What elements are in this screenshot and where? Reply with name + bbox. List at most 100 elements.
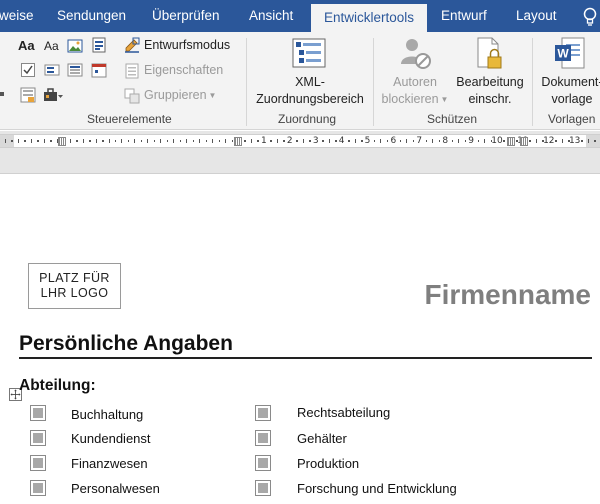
ruler-dot <box>296 140 298 142</box>
ruler-dot <box>477 140 480 142</box>
building-block-icon[interactable] <box>91 37 107 53</box>
rich-text-control-icon[interactable]: Aa <box>18 38 35 53</box>
ruler-dot <box>218 140 221 142</box>
protect-group-label: Schützen <box>427 112 478 126</box>
ruler-dot <box>529 140 531 142</box>
checkbox-control-icon[interactable] <box>20 62 36 78</box>
ruler-tick <box>121 139 123 143</box>
restrict-editing-line2: einschr. <box>468 92 512 106</box>
section-divider <box>19 357 592 359</box>
date-picker-icon[interactable] <box>91 62 107 78</box>
ruler-column-marker <box>507 137 515 146</box>
block-authors-icon <box>401 39 431 69</box>
group-button-label: Gruppieren <box>144 88 207 102</box>
ruler-dot <box>257 140 259 142</box>
chevron-down-icon: ▼ <box>208 91 217 101</box>
ruler-indent-marker <box>58 137 66 146</box>
ruler-tick <box>484 139 486 143</box>
group-divider <box>373 38 374 126</box>
ruler-dot <box>50 140 52 142</box>
picture-control-icon[interactable] <box>67 38 83 54</box>
dropdown-list-icon[interactable] <box>67 62 83 78</box>
templates-group-label: Vorlagen <box>548 112 596 126</box>
ruler-dot <box>102 140 104 142</box>
tab-review[interactable]: Überprüfen <box>152 0 220 32</box>
legacy-tools-icon[interactable] <box>42 87 64 103</box>
combo-box-icon[interactable] <box>44 62 60 78</box>
tab-developer[interactable]: Entwicklertools <box>311 4 428 32</box>
ruler-tick <box>108 139 110 143</box>
ruler-dot <box>37 140 39 142</box>
checkbox-gehaelter[interactable] <box>255 430 271 446</box>
checkbox-produktion[interactable] <box>255 455 271 471</box>
ruler-number: 1 <box>261 136 267 146</box>
group-divider <box>246 38 247 126</box>
ruler-tick <box>354 139 356 143</box>
ruler-tick <box>173 139 175 143</box>
checkbox-label: Kundendienst <box>71 431 151 446</box>
ruler-indent-marker <box>234 137 242 146</box>
ruler-number: 4 <box>338 136 345 146</box>
company-name[interactable]: Firmenname <box>425 279 592 311</box>
ruler-tick <box>302 139 304 143</box>
ruler-dot <box>270 140 272 142</box>
ruler-dot <box>166 140 169 142</box>
properties-icon <box>125 63 139 79</box>
ruler-dot <box>322 140 324 142</box>
ruler-tick <box>535 139 537 143</box>
svg-text:W: W <box>557 47 569 61</box>
word-document-template-icon[interactable]: W <box>554 37 586 71</box>
xml-mapping-pane-icon[interactable] <box>292 38 326 68</box>
design-mode-icon[interactable] <box>124 37 140 53</box>
tab-references[interactable]: weise <box>0 0 34 32</box>
checkbox-buchhaltung[interactable] <box>30 405 46 421</box>
repeating-section-icon[interactable] <box>20 87 36 103</box>
ruler-dot <box>114 140 117 142</box>
checkbox-kundendienst[interactable] <box>30 430 46 446</box>
ruler-area: 12345678910111213 <box>0 131 600 174</box>
ruler-dot <box>555 140 557 142</box>
ruler-number: 12 <box>543 136 555 146</box>
checkbox-label: Buchhaltung <box>71 407 144 422</box>
ruler-dot <box>581 140 583 142</box>
ruler-tick <box>561 139 563 143</box>
department-label: Abteilung: <box>19 377 96 394</box>
logo-placeholder[interactable]: PLATZ FÜR LHR LOGO <box>28 263 121 309</box>
ruler-tick <box>212 139 214 143</box>
checkbox-label: Rechtsabteilung <box>297 405 391 420</box>
lightbulb-icon[interactable] <box>582 7 598 27</box>
design-mode-button[interactable]: Entwurfsmodus <box>144 38 230 52</box>
ruler-dot <box>24 140 26 142</box>
mapping-group-label: Zuordnung <box>278 112 337 126</box>
checkbox-rechtsabteilung[interactable] <box>255 405 271 421</box>
properties-button[interactable]: Eigenschaften <box>144 63 223 77</box>
group-button[interactable]: Gruppieren ▼ <box>144 88 216 102</box>
tab-layout[interactable]: Layout <box>516 0 557 32</box>
checkbox-label: Forschung und Entwicklung <box>297 481 457 496</box>
horizontal-ruler[interactable]: 12345678910111213 <box>0 134 600 148</box>
ruler-tick <box>160 139 162 143</box>
xml-mapping-pane-button[interactable]: XML- Zuordnungsbereich <box>252 74 368 108</box>
checkbox-forschung[interactable] <box>255 480 271 496</box>
ruler-dot <box>503 140 505 142</box>
document-template-line1: Dokument- <box>541 75 600 89</box>
block-authors-button[interactable]: Autoren blockieren ▼ <box>378 74 452 108</box>
controls-group-label: Steuerelemente <box>87 112 172 126</box>
checkbox-label: Produktion <box>297 456 360 471</box>
ruler-tick <box>225 139 227 143</box>
plain-text-control-icon[interactable]: Aa <box>44 39 59 53</box>
document-page[interactable]: PLATZ FÜR LHR LOGO Firmenname Persönlich… <box>0 175 600 504</box>
document-template-button[interactable]: Dokument- vorlage <box>534 74 600 108</box>
ruler-tick <box>250 139 252 143</box>
checkbox-finanzwesen[interactable] <box>30 455 46 471</box>
checkbox-personalwesen[interactable] <box>30 480 46 496</box>
tab-design[interactable]: Entwurf <box>441 0 487 32</box>
restrict-editing-icon[interactable] <box>474 37 504 71</box>
ruler-number: 2 <box>286 136 293 146</box>
ruler-tick <box>4 139 6 143</box>
restrict-editing-button[interactable]: Bearbeitung einschr. <box>448 74 532 108</box>
tab-mailings[interactable]: Sendungen <box>57 0 126 32</box>
ruler-dot <box>283 140 285 142</box>
tab-view[interactable]: Ansicht <box>249 0 293 32</box>
ruler-dot <box>140 140 143 142</box>
